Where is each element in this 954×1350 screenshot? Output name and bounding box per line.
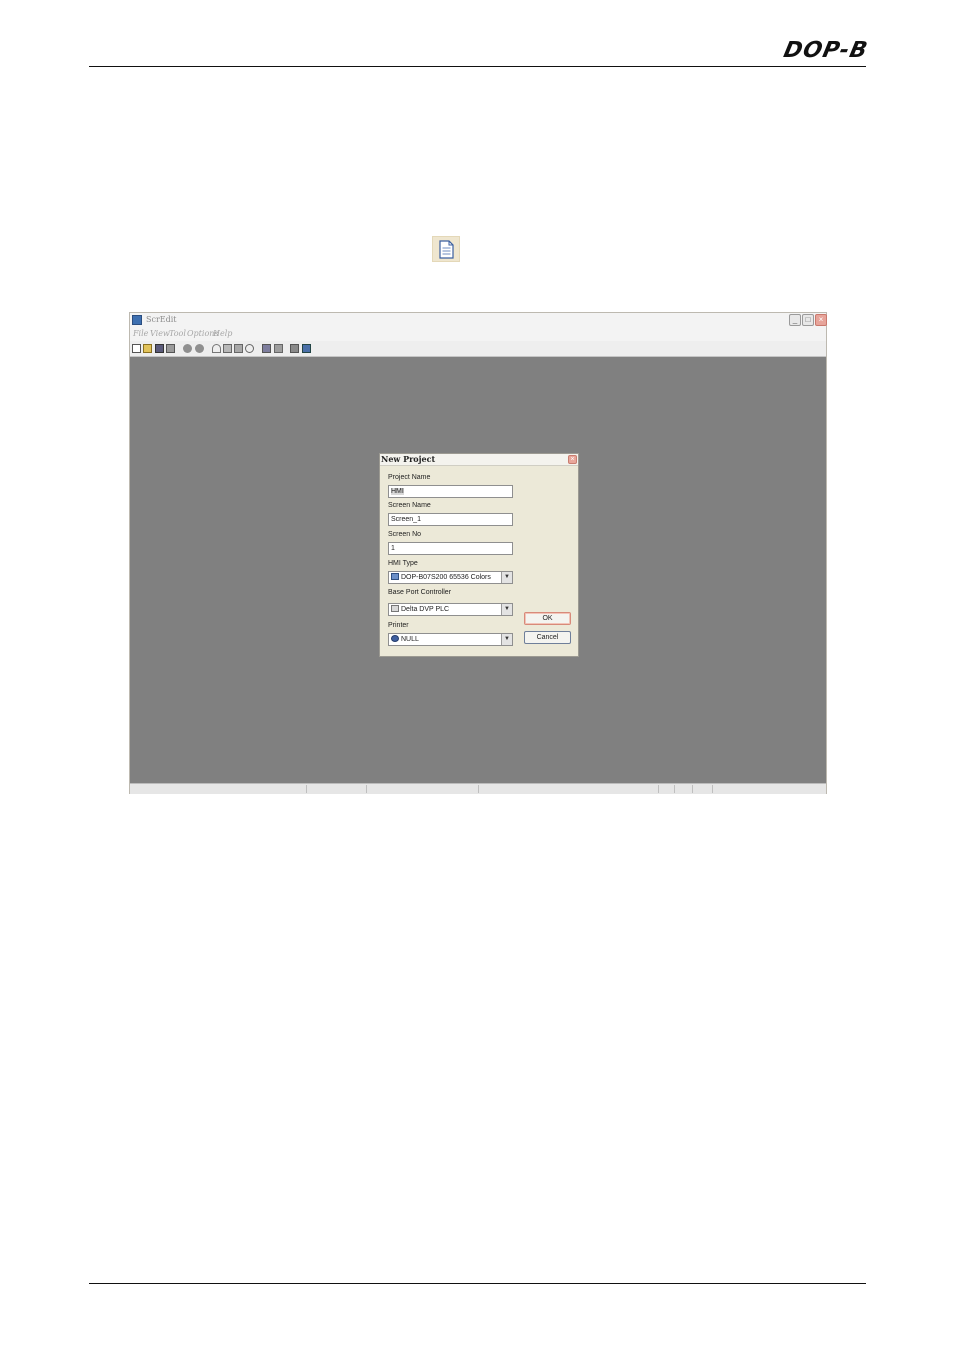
footer-rule (89, 1283, 866, 1284)
new-icon[interactable] (132, 344, 141, 353)
chevron-down-icon[interactable]: ▼ (501, 634, 512, 645)
hmi-type-select[interactable]: DOP-B07S200 65536 Colors ▼ (388, 571, 513, 584)
chevron-down-icon[interactable]: ▼ (501, 572, 512, 583)
screen-no-label: Screen No (388, 531, 422, 538)
monitor-icon (391, 573, 399, 580)
hmi-type-label: HMI Type (388, 560, 418, 567)
close-button[interactable]: × (815, 314, 827, 326)
close-project-icon[interactable] (166, 344, 175, 353)
menu-view[interactable]: View (150, 329, 170, 338)
base-port-controller-value: Delta DVP PLC (401, 606, 450, 613)
app-icon (132, 315, 142, 325)
printer-select[interactable]: NULL ▼ (388, 633, 513, 646)
base-port-controller-label: Base Port Controller (388, 589, 452, 596)
menubar: File View Tool Options Help (130, 329, 826, 341)
status-divider (478, 785, 479, 793)
printer-value: NULL (401, 636, 419, 643)
new-project-dialog: New Project × Project Name HMI Screen Na… (379, 453, 579, 657)
maximize-button[interactable]: □ (802, 314, 814, 326)
base-port-controller-select[interactable]: Delta DVP PLC ▼ (388, 603, 513, 616)
hmi-type-value: DOP-B07S200 65536 Colors (401, 574, 491, 581)
screen-no-input[interactable]: 1 (388, 542, 513, 555)
save-icon[interactable] (155, 344, 164, 353)
zoom-icon[interactable] (245, 344, 254, 353)
ok-button[interactable]: OK (524, 612, 571, 625)
dialog-close-button[interactable]: × (568, 455, 577, 464)
status-divider (658, 785, 659, 793)
cancel-button[interactable]: Cancel (524, 631, 571, 644)
open-icon[interactable] (143, 344, 152, 353)
minimize-button[interactable]: _ (789, 314, 801, 326)
status-divider (306, 785, 307, 793)
dialog-titlebar: New Project × (380, 454, 578, 466)
copy-icon[interactable] (223, 344, 232, 353)
project-name-value: HMI (391, 488, 404, 495)
printer-icon (391, 635, 399, 642)
menu-file[interactable]: File (133, 329, 148, 338)
status-divider (366, 785, 367, 793)
status-divider (674, 785, 675, 793)
menu-tool[interactable]: Tool (169, 329, 186, 338)
status-divider (712, 785, 713, 793)
menu-help[interactable]: Help (213, 329, 232, 338)
paste-icon[interactable] (234, 344, 243, 353)
compile-icon[interactable] (274, 344, 283, 353)
plc-icon (391, 605, 399, 612)
cut-icon[interactable] (212, 344, 221, 353)
dialog-title: New Project (381, 454, 436, 464)
project-name-label: Project Name (388, 474, 431, 481)
screen-name-label: Screen Name (388, 502, 431, 509)
status-divider (692, 785, 693, 793)
brand-logo: DOP-B (781, 38, 871, 63)
screen-icon[interactable] (262, 344, 271, 353)
printer-label: Printer (388, 622, 409, 629)
toolbar (130, 341, 826, 357)
chevron-down-icon[interactable]: ▼ (501, 604, 512, 615)
statusbar (130, 783, 826, 794)
redo-icon[interactable] (195, 344, 204, 353)
download-icon[interactable] (302, 344, 311, 353)
app-title: ScrEdit (146, 315, 177, 324)
new-file-icon (432, 236, 460, 262)
titlebar: ScrEdit _ □ × (130, 313, 827, 329)
undo-icon[interactable] (183, 344, 192, 353)
screen-name-input[interactable]: Screen_1 (388, 513, 513, 526)
project-name-input[interactable]: HMI (388, 485, 513, 498)
app-window: ScrEdit _ □ × File View Tool Options Hel… (129, 312, 827, 794)
header-rule (89, 66, 866, 67)
print-icon[interactable] (290, 344, 299, 353)
